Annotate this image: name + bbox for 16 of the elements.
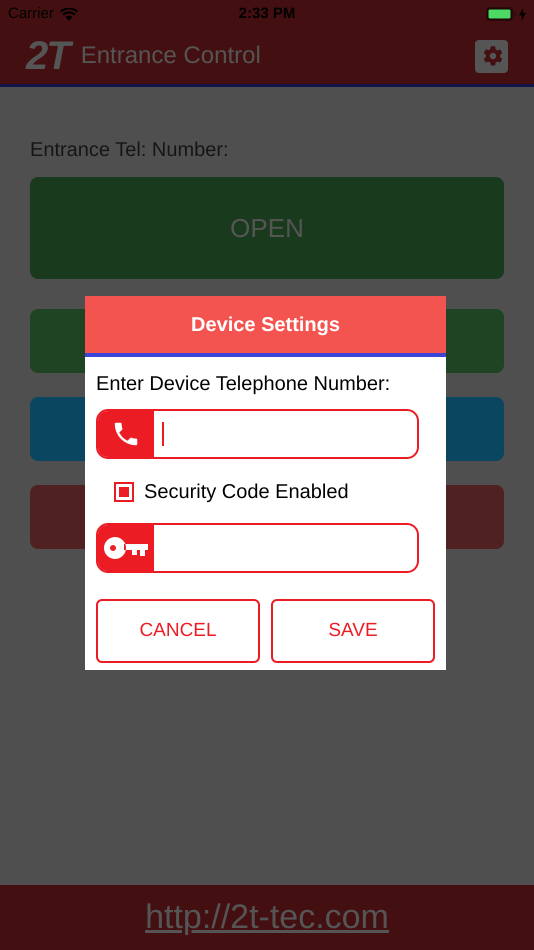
phone-prompt: Enter Device Telephone Number: [96, 372, 392, 397]
battery-icon [486, 7, 516, 21]
entrance-label: Entrance Tel: Number: [30, 138, 230, 163]
app-title: Entrance Control [80, 41, 261, 71]
carrier-label: Carrier [8, 4, 54, 24]
dialog-button[interactable]: CANCEL [96, 599, 260, 663]
security-label: Security Code Enabled [144, 480, 349, 505]
security-checkbox[interactable] [114, 482, 134, 502]
key-icon [104, 537, 148, 559]
phone-field[interactable] [96, 409, 419, 459]
code-field[interactable] [96, 523, 419, 573]
charging-icon [519, 8, 526, 20]
wifi-icon [60, 8, 78, 20]
dialog-button[interactable]: SAVE [271, 599, 435, 663]
clock: 2:33 PM [238, 4, 296, 24]
dialog-title: Device Settings [191, 312, 340, 338]
